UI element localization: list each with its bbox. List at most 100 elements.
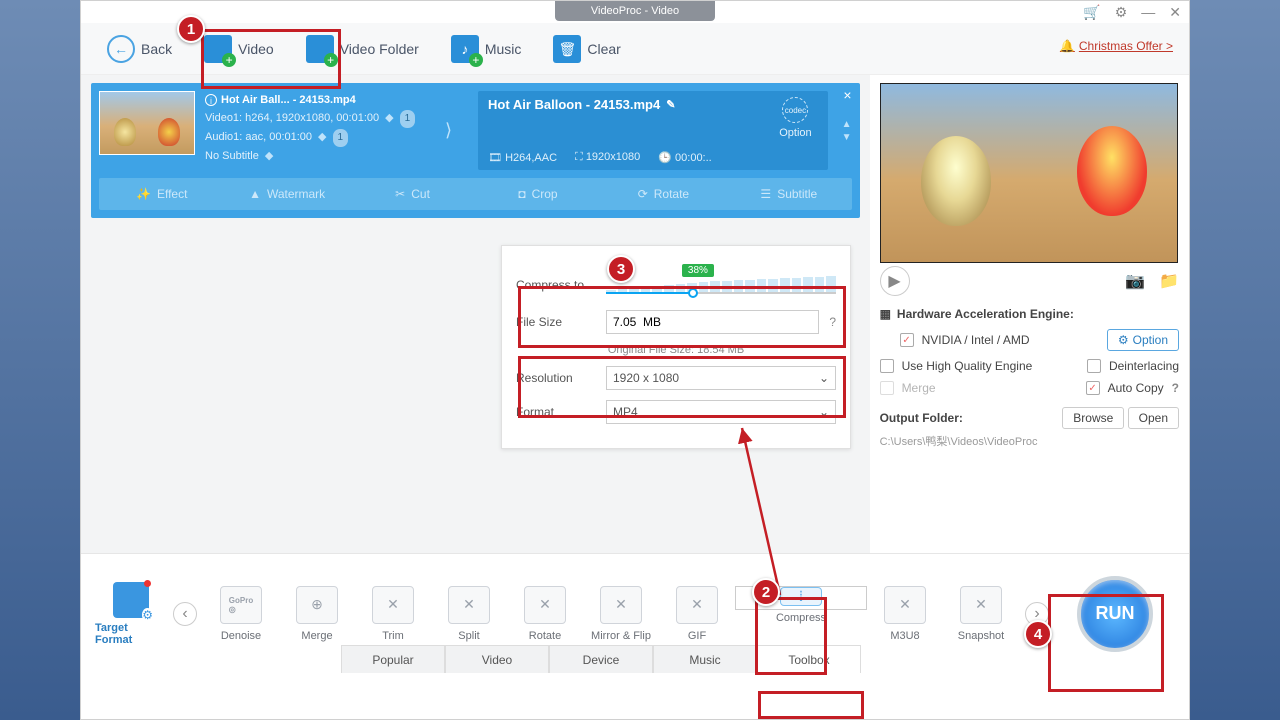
hw-section: ▦Hardware Acceleration Engine: NVIDIA / … xyxy=(880,307,1179,449)
hq-checkbox[interactable] xyxy=(880,359,894,373)
arrow-icon: ⟩ xyxy=(445,120,452,141)
chevron-icon: ⌄ xyxy=(819,371,829,385)
settings-icon[interactable]: ⚙ xyxy=(1115,4,1128,21)
edit-toolbar: ✨Effect ▲Watermark ✂Cut ◘Crop ⟳Rotate ☰S… xyxy=(99,178,852,210)
nvidia-checkbox[interactable] xyxy=(900,333,914,347)
mirror-icon: ✕ xyxy=(600,586,642,624)
fmt-merge[interactable]: ⊕Merge xyxy=(279,586,355,642)
audio-stream-line: Audio1: aac, 00:01:00 xyxy=(205,131,312,143)
cut-button[interactable]: ✂Cut xyxy=(350,178,475,210)
close-icon[interactable]: ✕ xyxy=(1169,4,1181,21)
annot-badge-3: 3 xyxy=(607,255,635,283)
scissors-icon: ✂ xyxy=(395,187,405,201)
annot-badge-4: 4 xyxy=(1024,620,1052,648)
fmt-split[interactable]: ✕Split xyxy=(431,586,507,642)
subtitle-icon: ☰ xyxy=(760,187,771,201)
category-tabs: Popular Video Device Music Toolbox xyxy=(341,645,861,673)
cart-icon[interactable]: 🛒 xyxy=(1083,4,1100,21)
info-icon[interactable]: i xyxy=(205,94,217,106)
deint-checkbox[interactable] xyxy=(1087,359,1101,373)
src-title: Hot Air Ball... - 24153.mp4 xyxy=(221,91,356,109)
video-card[interactable]: × iHot Air Ball... - 24153.mp4 Video1: h… xyxy=(91,83,860,218)
help-icon[interactable]: ? xyxy=(1172,381,1179,395)
compress-panel: Compress to 38% File Size ? Original Fil… xyxy=(501,245,851,449)
output-title-row: Hot Air Balloon - 24153.mp4 ✎ xyxy=(488,97,675,112)
edit-title-icon[interactable]: ✎ xyxy=(666,98,675,111)
fmt-m3u8[interactable]: ✕M3U8 xyxy=(867,586,943,642)
source-thumb xyxy=(99,91,195,155)
compress-label: Compress to xyxy=(516,278,596,292)
snapshot-icon[interactable]: 📷 xyxy=(1125,271,1145,291)
m3u8-icon: ✕ xyxy=(884,586,926,624)
magic-icon: ✨ xyxy=(136,187,151,201)
tab-device[interactable]: Device xyxy=(549,645,653,673)
watermark-button[interactable]: ▲Watermark xyxy=(224,178,349,210)
codec-option[interactable]: codec Option xyxy=(779,97,811,139)
subtitle-button[interactable]: ☰Subtitle xyxy=(726,178,851,210)
add-music-button[interactable]: ♪+ Music xyxy=(435,29,538,69)
tab-video[interactable]: Video xyxy=(445,645,549,673)
output-folder-label: Output Folder: xyxy=(880,411,963,425)
rotate-button[interactable]: ⟳Rotate xyxy=(601,178,726,210)
tab-toolbox[interactable]: Toolbox xyxy=(757,645,861,673)
browse-button[interactable]: Browse xyxy=(1062,407,1124,429)
option-label: Option xyxy=(779,127,811,139)
crop-icon: ◘ xyxy=(518,187,525,201)
original-size: Original File Size: 18.54 MB xyxy=(516,344,836,356)
tab-popular[interactable]: Popular xyxy=(341,645,445,673)
main-area: × iHot Air Ball... - 24153.mp4 Video1: h… xyxy=(81,75,1189,553)
rotate-icon: ✕ xyxy=(524,586,566,624)
output-title: Hot Air Balloon - 24153.mp4 xyxy=(488,97,660,112)
compress-slider[interactable]: 38% xyxy=(606,270,836,300)
help-icon[interactable]: ? xyxy=(829,315,836,329)
chip-icon: ▦ xyxy=(880,307,891,321)
offer-link[interactable]: 🔔 Christmas Offer > xyxy=(1060,39,1173,53)
sort-icon[interactable]: ◆ xyxy=(385,109,393,127)
sort-icon[interactable]: ◆ xyxy=(265,147,273,165)
gear-icon: ⚙ xyxy=(1118,333,1129,347)
split-icon: ✕ xyxy=(448,586,490,624)
filesize-input[interactable] xyxy=(606,310,819,334)
open-button[interactable]: Open xyxy=(1128,407,1179,429)
sort-icon[interactable]: ◆ xyxy=(318,128,326,146)
fmt-denoise[interactable]: GoPro◎Denoise xyxy=(203,586,279,642)
target-format[interactable]: ⚙ Target Format xyxy=(95,582,167,646)
add-folder-button[interactable]: + Video Folder xyxy=(290,29,435,69)
fmt-rotate[interactable]: ✕Rotate xyxy=(507,586,583,642)
app-window: VideoProc - Video 🛒 ⚙ — ✕ ← Back + Video… xyxy=(80,0,1190,720)
effect-button[interactable]: ✨Effect xyxy=(99,178,224,210)
clear-button[interactable]: 🗑 Clear xyxy=(537,29,636,69)
run-button[interactable]: RUN xyxy=(1077,576,1153,652)
video-index-pill[interactable]: 1 xyxy=(400,110,416,128)
fmt-mirror[interactable]: ✕Mirror & Flip xyxy=(583,586,659,642)
gopro-icon: GoPro◎ xyxy=(220,586,262,624)
fmt-trim[interactable]: ✕Trim xyxy=(355,586,431,642)
res-select[interactable]: 1920 x 1080⌄ xyxy=(606,366,836,390)
fmt-snapshot[interactable]: ✕Snapshot xyxy=(943,586,1019,642)
annot-badge-2: 2 xyxy=(752,578,780,606)
gif-icon: ✕ xyxy=(676,586,718,624)
window-title: VideoProc - Video xyxy=(555,1,715,21)
video-icon: + xyxy=(204,35,232,63)
move-down-icon[interactable]: ▼ xyxy=(842,132,852,143)
scroll-left-button[interactable]: ‹ xyxy=(173,602,197,626)
merge-checkbox xyxy=(880,381,894,395)
remove-card-icon[interactable]: × xyxy=(843,87,851,103)
hw-option-button[interactable]: ⚙Option xyxy=(1107,329,1179,351)
crop-button[interactable]: ◘Crop xyxy=(475,178,600,210)
preview-image xyxy=(880,83,1178,263)
tab-music[interactable]: Music xyxy=(653,645,757,673)
autocopy-checkbox[interactable] xyxy=(1086,381,1100,395)
trash-icon: 🗑 xyxy=(553,35,581,63)
minimize-icon[interactable]: — xyxy=(1141,4,1155,20)
audio-index-pill[interactable]: 1 xyxy=(333,129,349,147)
open-folder-icon[interactable]: 📁 xyxy=(1159,271,1179,291)
snapshot-icon: ✕ xyxy=(960,586,1002,624)
back-button[interactable]: ← Back xyxy=(91,29,188,69)
source-meta: iHot Air Ball... - 24153.mp4 Video1: h26… xyxy=(205,91,435,170)
move-up-icon[interactable]: ▲ xyxy=(842,119,852,130)
output-folder-path: C:\Users\鸭梨\Videos\VideoProc xyxy=(880,433,1179,449)
rotate-icon: ⟳ xyxy=(638,187,648,201)
preview-pane: ▶ 📷 📁 ▦Hardware Acceleration Engine: NVI… xyxy=(870,75,1189,553)
play-button[interactable]: ▶ xyxy=(880,266,910,296)
